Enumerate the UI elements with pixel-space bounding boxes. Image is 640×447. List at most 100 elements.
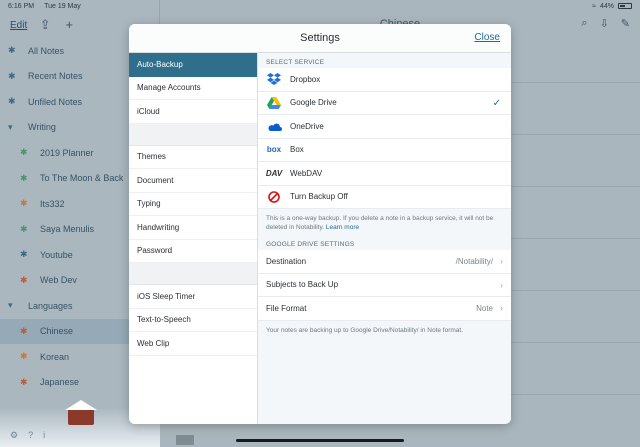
gdrive-setting-value: /Notability/ <box>455 256 493 266</box>
box-icon: box <box>266 145 282 155</box>
service-label: WebDAV <box>290 168 323 178</box>
compose-icon[interactable]: ✎ <box>621 17 630 30</box>
chevron-down-icon: ▾ <box>8 121 13 132</box>
settings-nav-item[interactable]: iOS Sleep Timer <box>129 285 257 309</box>
asterisk-icon: ✱ <box>20 147 28 158</box>
sidebar-item-label: Its332 <box>40 198 65 209</box>
settings-nav-item[interactable]: Password <box>129 240 257 263</box>
service-label: Box <box>290 145 304 155</box>
settings-nav-item[interactable]: iCloud <box>129 100 257 124</box>
asterisk-icon: ✱ <box>8 96 16 107</box>
sidebar-item-label: Chinese <box>40 326 74 337</box>
gdrive-setting-label: Subjects to Back Up <box>266 280 339 290</box>
asterisk-icon: ✱ <box>20 376 28 387</box>
asterisk-icon: ✱ <box>20 198 28 209</box>
settings-nav-item[interactable]: Auto-Backup <box>129 53 257 77</box>
dropbox-icon <box>266 73 282 86</box>
gdrive-setting-row[interactable]: File Format Note › <box>258 297 511 321</box>
gdrive-setting-label: Destination <box>266 256 307 266</box>
info-icon[interactable]: i <box>43 430 45 441</box>
backup-note: This is a one-way backup. If you delete … <box>258 209 511 232</box>
sidebar-item-label: Web Dev <box>40 275 77 286</box>
asterisk-icon: ✱ <box>20 351 28 362</box>
battery-percent: 44% <box>599 2 614 10</box>
sidebar-item-label: Unfiled Notes <box>28 96 83 107</box>
asterisk-icon: ✱ <box>20 325 28 336</box>
plus-icon[interactable]: + <box>63 18 75 31</box>
onedrive-icon <box>266 120 282 132</box>
settings-nav-item[interactable]: Manage Accounts <box>129 77 257 100</box>
chevron-right-icon: › <box>500 279 503 290</box>
backup-status-note: Your notes are backing up to Google Driv… <box>266 326 464 334</box>
main-actions: ⌕ ⇩ ✎ <box>581 17 630 30</box>
wifi-icon: ≈ <box>592 2 596 10</box>
share-icon[interactable]: ⇪ <box>39 18 51 31</box>
settings-nav: Auto-Backup Manage Accounts iCloud Themes Do… <box>129 53 258 424</box>
google-drive-icon <box>266 96 282 109</box>
service-label: Dropbox <box>290 74 321 84</box>
service-label: OneDrive <box>290 121 324 131</box>
status-date: Tue 19 May <box>44 2 81 10</box>
close-button[interactable]: Close <box>474 32 500 43</box>
settings-nav-item[interactable]: Text-to-Speech <box>129 309 257 332</box>
settings-nav-item[interactable]: Web Clip <box>129 332 257 356</box>
battery-icon <box>618 3 632 9</box>
import-icon[interactable]: ⇩ <box>600 17 609 30</box>
status-time: 6:16 PM <box>8 2 35 10</box>
sidebar-item-label: To The Moon & Back <box>40 173 124 184</box>
modal-header: Settings Close <box>129 24 511 53</box>
asterisk-icon: ✱ <box>20 249 28 260</box>
status-right: ≈ 44% <box>592 3 632 10</box>
sidebar-item-label: Languages <box>28 300 73 311</box>
home-indicator <box>236 439 404 442</box>
nav-group-spacer <box>129 123 257 146</box>
gdrive-settings-list: Destination/Notability/› Subjects to Back… <box>258 250 511 321</box>
checkmark-icon: ✓ <box>492 97 501 109</box>
settings-nav-item[interactable]: Themes <box>129 146 257 169</box>
gdrive-setting-value: Note <box>476 303 493 313</box>
settings-nav-item[interactable]: Typing <box>129 193 257 216</box>
chevron-right-icon: › <box>500 256 503 267</box>
webdav-icon: DAV <box>265 168 283 178</box>
backup-note-text: This is a one-way backup. If you delete … <box>266 215 494 231</box>
sidebar-footer: ⚙ ? i <box>10 430 45 441</box>
gdrive-setting-row[interactable]: Destination/Notability/ › <box>258 250 511 274</box>
select-service-header: SELECT SERVICE <box>266 59 325 66</box>
sidebar-item-label: Youtube <box>40 249 73 260</box>
sidebar-item-label: Writing <box>28 122 56 133</box>
status-bar: 6:16 PM Tue 19 May ≈ 44% <box>0 0 640 12</box>
gdrive-settings-header: GOOGLE DRIVE SETTINGS <box>266 241 355 248</box>
sidebar-item-label: All Notes <box>28 45 65 56</box>
note-thumbnail[interactable] <box>176 435 194 445</box>
service-row[interactable]: OneDrive <box>258 115 511 139</box>
backup-off-icon <box>266 190 282 203</box>
sidebar-item-label: Saya Menulis <box>40 224 95 235</box>
cabin-decoration <box>65 400 97 425</box>
chevron-right-icon: › <box>500 303 503 314</box>
edit-button[interactable]: Edit <box>10 20 27 31</box>
sidebar-item-label: Korean <box>40 351 70 362</box>
asterisk-icon: ✱ <box>20 223 28 234</box>
service-row[interactable]: Google Drive ✓ <box>258 91 511 115</box>
learn-more-link[interactable]: Learn more <box>326 224 359 231</box>
gear-icon[interactable]: ⚙ <box>10 430 18 441</box>
settings-nav-item[interactable]: Handwriting <box>129 216 257 240</box>
chevron-down-icon: ▾ <box>8 300 13 311</box>
modal-body: Auto-Backup Manage Accounts iCloud Themes Do… <box>129 53 511 424</box>
gdrive-setting-row[interactable]: Subjects to Back Up › <box>258 273 511 297</box>
service-list: Dropbox Google Drive ✓ OneDrive box Box DAV Web… <box>258 68 511 209</box>
help-icon[interactable]: ? <box>28 430 33 441</box>
service-row[interactable]: box Box <box>258 138 511 162</box>
service-row[interactable]: Turn Backup Off <box>258 185 511 209</box>
search-icon[interactable]: ⌕ <box>581 17 587 30</box>
service-row[interactable]: Dropbox <box>258 68 511 92</box>
settings-nav-item[interactable]: Document <box>129 169 257 193</box>
gdrive-setting-label: File Format <box>266 303 307 313</box>
settings-content: SELECT SERVICE Dropbox Google Drive ✓ OneDr… <box>258 53 511 424</box>
asterisk-icon: ✱ <box>20 172 28 183</box>
sidebar-item-label: 2019 Planner <box>40 147 94 158</box>
asterisk-icon: ✱ <box>8 45 16 56</box>
nav-group-spacer <box>129 263 257 285</box>
service-label: Google Drive <box>290 98 337 108</box>
service-row[interactable]: DAV WebDAV <box>258 162 511 186</box>
